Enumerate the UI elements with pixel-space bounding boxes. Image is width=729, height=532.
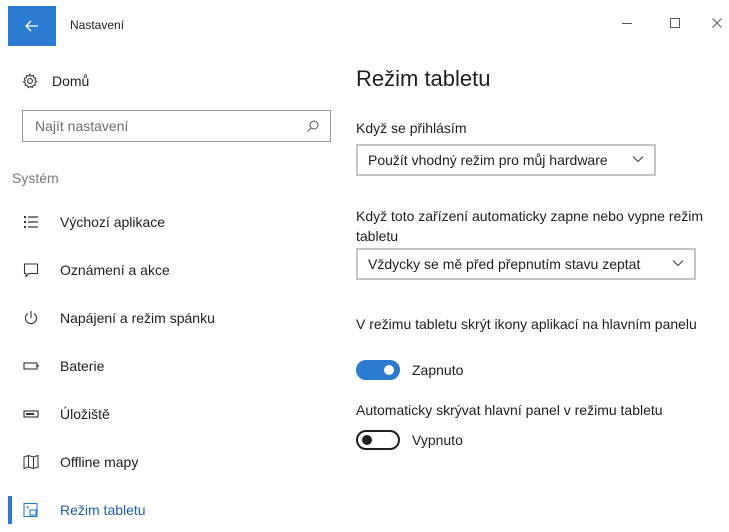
back-button[interactable] xyxy=(8,6,56,46)
search-input[interactable] xyxy=(23,111,330,141)
page-title: Režim tabletu xyxy=(356,66,491,91)
signin-dropdown-value: Použít vhodný režim pro můj hardware xyxy=(368,152,608,168)
sidebar-item-default-apps[interactable]: Výchozí aplikace xyxy=(22,198,332,246)
signin-dropdown[interactable]: Použít vhodný režim pro můj hardware xyxy=(356,144,656,176)
maximize-button[interactable] xyxy=(660,12,690,34)
signin-label: Když se přihlásím xyxy=(356,120,467,136)
hide-icons-toggle[interactable] xyxy=(356,360,400,380)
sidebar-item-offline-maps[interactable]: Offline mapy xyxy=(22,438,332,486)
storage-icon xyxy=(22,405,40,423)
tablet-mode-icon xyxy=(22,501,40,519)
window-title: Nastavení xyxy=(70,18,125,32)
minimize-icon xyxy=(622,23,632,24)
sidebar-item-label: Režim tabletu xyxy=(60,502,146,518)
sidebar-item-label: Baterie xyxy=(60,358,105,374)
gear-icon xyxy=(22,73,38,89)
map-icon xyxy=(22,453,40,471)
toggle-knob xyxy=(362,435,372,445)
auto-switch-label: Když toto zařízení automaticky zapne neb… xyxy=(356,208,704,244)
power-icon xyxy=(22,309,40,327)
sidebar-item-power[interactable]: Napájení a režim spánku xyxy=(22,294,332,342)
default-apps-icon xyxy=(22,213,40,231)
sidebar: Domů Systém Výchozí aplikac xyxy=(8,46,338,532)
hide-icons-toggle-row: Zapnuto xyxy=(356,358,463,382)
sidebar-item-battery[interactable]: Baterie xyxy=(22,342,332,390)
auto-switch-dropdown-value: Vždycky se mě před přepnutím stavu zepta… xyxy=(368,256,641,272)
section-header: Systém xyxy=(12,170,59,186)
auto-switch-dropdown[interactable]: Vždycky se mě před přepnutím stavu zepta… xyxy=(356,248,696,280)
sidebar-item-label: Výchozí aplikace xyxy=(60,214,166,230)
sidebar-item-label: Napájení a režim spánku xyxy=(60,310,215,326)
battery-icon xyxy=(22,357,40,375)
search-icon[interactable] xyxy=(306,119,320,133)
autohide-taskbar-toggle-row: Vypnuto xyxy=(356,428,463,452)
settings-window: Nastavení Domů Najít nastavení Systém Vý… xyxy=(0,0,729,532)
sidebar-item-label: Oznámení a akce xyxy=(60,262,170,278)
hide-icons-state: Zapnuto xyxy=(412,362,464,378)
hide-icons-label: V režimu tabletu skrýt ikony aplikací na… xyxy=(356,316,697,332)
chevron-down-icon xyxy=(632,156,644,163)
home-label: Domů xyxy=(52,73,90,89)
autohide-taskbar-state: Vypnuto xyxy=(412,432,463,448)
nav-list: Výchozí aplikace Oznámení a akce Napájen… xyxy=(8,198,332,532)
sidebar-item-label: Úložiště xyxy=(60,406,110,422)
sidebar-item-notifications[interactable]: Oznámení a akce xyxy=(22,246,332,294)
sidebar-item-storage[interactable]: Úložiště xyxy=(22,390,332,438)
search-box xyxy=(22,110,331,142)
sidebar-item-label: Offline mapy xyxy=(60,454,139,470)
close-button[interactable] xyxy=(702,12,729,34)
back-arrow-icon xyxy=(25,20,38,32)
home-nav-item[interactable]: Domů xyxy=(22,70,89,92)
chevron-down-icon xyxy=(672,260,684,267)
maximize-icon xyxy=(670,18,680,28)
minimize-button[interactable] xyxy=(612,12,642,34)
sidebar-item-tablet-mode[interactable]: Režim tabletu xyxy=(8,486,332,532)
close-icon xyxy=(712,18,722,28)
toggle-knob xyxy=(384,365,394,375)
title-bar: Nastavení xyxy=(0,0,729,46)
notification-icon xyxy=(22,261,40,279)
autohide-taskbar-label: Automaticky skrývat hlavní panel v režim… xyxy=(356,402,663,418)
autohide-taskbar-toggle[interactable] xyxy=(356,430,400,450)
